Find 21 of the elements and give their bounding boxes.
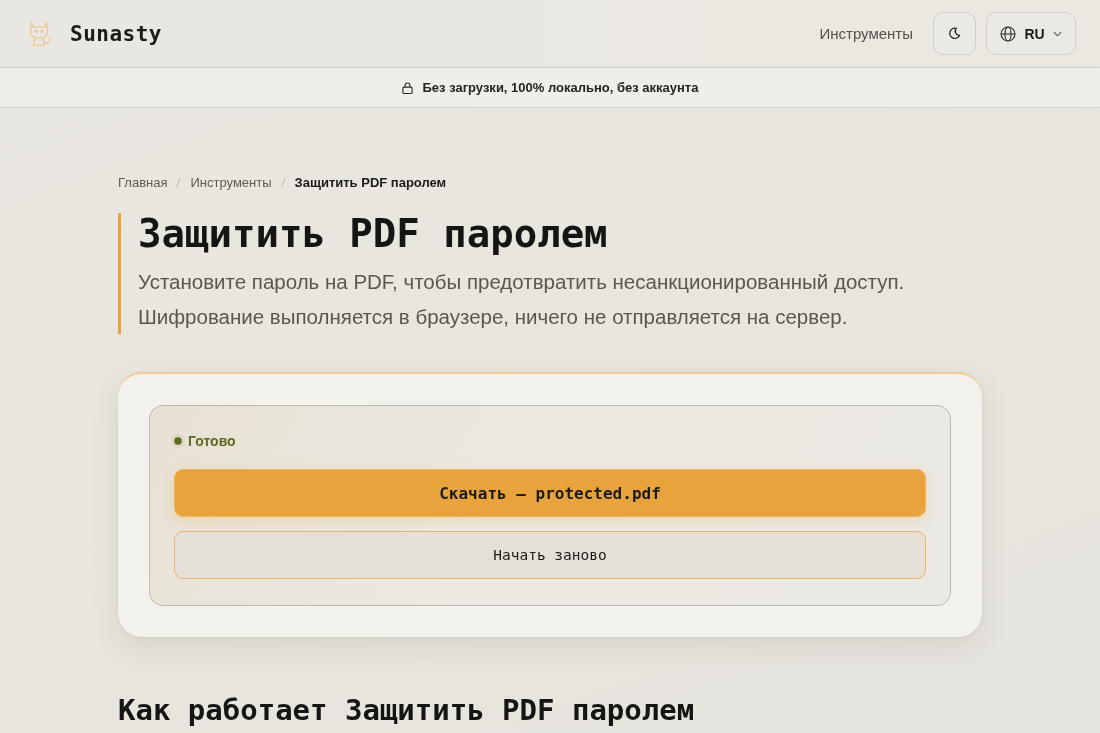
- slash-icon: [176, 177, 182, 188]
- page-description: Установите пароль на PDF, чтобы предотвратить несанкционированный доступ. Шифрование выполняется в браузере, ничего не отправляется на сервер.: [138, 269, 906, 330]
- slash-icon: [280, 177, 286, 188]
- download-button[interactable]: Скачать — protected.pdf: [174, 469, 926, 517]
- nav-link[interactable]: Инструменты: [819, 25, 913, 42]
- section-heading: Как работает Защитить PDF паролем: [118, 693, 696, 727]
- chevron-down-icon: [1052, 30, 1062, 37]
- status-label: Готово: [188, 433, 236, 449]
- breadcrumb-link[interactable]: Защитить PDF паролем: [294, 175, 447, 190]
- moon-icon: [948, 27, 961, 40]
- language-button[interactable]: RU: [986, 12, 1076, 55]
- page-title: Защитить PDF паролем: [138, 213, 609, 255]
- breadcrumb-link[interactable]: Главная: [118, 175, 168, 190]
- restart-button[interactable]: Начать заново: [174, 531, 926, 579]
- logo-text[interactable]: Sunasty: [70, 21, 162, 46]
- status-dot-icon: [171, 434, 185, 448]
- banner-text: Без загрузки, 100% локально, без аккаунта: [422, 80, 699, 95]
- globe-icon: [1000, 25, 1017, 42]
- lock-icon: [401, 81, 413, 94]
- breadcrumb-link[interactable]: Инструменты: [190, 175, 272, 190]
- theme-toggle-button[interactable]: [933, 12, 976, 55]
